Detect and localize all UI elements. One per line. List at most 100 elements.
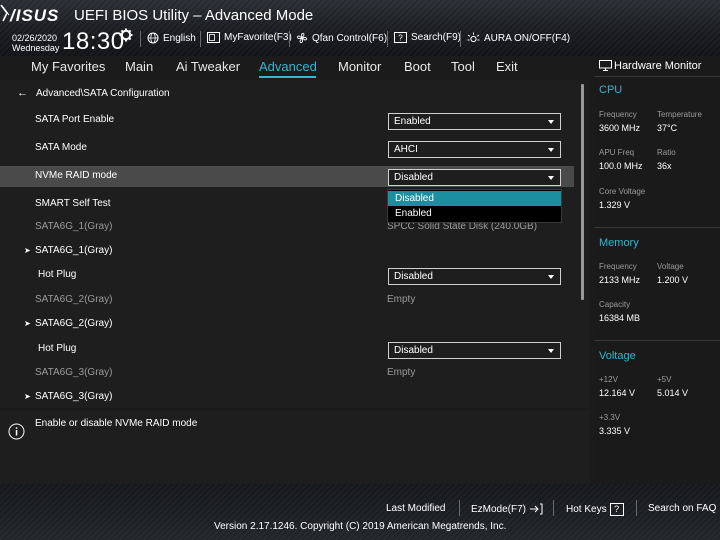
core-voltage-value: 1.329 V: [599, 200, 631, 210]
search-button[interactable]: ? Search(F9): [394, 32, 461, 43]
hot-keys-label: Hot Keys: [566, 504, 607, 515]
aura-label: AURA ON/OFF(F4): [484, 32, 571, 44]
breadcrumb-path: Advanced\SATA Configuration: [36, 87, 170, 99]
qfan-label: Qfan Control(F6): [312, 32, 388, 44]
hardware-monitor-title: Hardware Monitor: [614, 60, 702, 72]
nvme-raid-dropdown-list: Disabled Enabled: [387, 189, 562, 223]
toolbar-divider: [387, 31, 388, 47]
ezmode-label: EzMode(F7): [471, 503, 527, 515]
toolbar-divider: [200, 31, 201, 47]
cpu-frequency-value: 3600 MHz: [599, 123, 641, 133]
memory-voltage-value: 1.200 V: [657, 275, 689, 285]
voltage-section-title: Voltage: [599, 350, 636, 362]
menu-advanced[interactable]: Advanced: [259, 59, 317, 74]
sata6g-2-submenu[interactable]: SATA6G_2(Gray): [35, 318, 112, 329]
dropdown-option-disabled[interactable]: Disabled: [388, 191, 561, 206]
sata6g-3-submenu[interactable]: SATA6G_3(Gray): [35, 391, 112, 402]
aura-toggle-button[interactable]: AURA ON/OFF(F4): [467, 32, 570, 44]
hot-plug-1-value: Disabled: [394, 271, 433, 282]
smart-self-test-label[interactable]: SMART Self Test: [35, 198, 111, 209]
monitor-icon: [599, 60, 612, 71]
date-text: 02/26/2020: [12, 33, 58, 43]
dropdown-option-enabled[interactable]: Enabled: [388, 206, 561, 221]
menu-ai-tweaker[interactable]: Ai Tweaker: [176, 59, 240, 74]
v5-value: 5.014 V: [657, 388, 689, 398]
memory-section-title: Memory: [599, 237, 639, 249]
expand-arrow-icon: ➤: [24, 392, 31, 401]
nvme-raid-mode-select[interactable]: Disabled: [388, 169, 561, 186]
sata-port-enable-value: Enabled: [394, 116, 431, 127]
app-title: UEFI BIOS Utility – Advanced Mode: [74, 7, 314, 24]
memory-voltage-label: Voltage: [657, 262, 684, 271]
hot-plug-2-select[interactable]: Disabled: [388, 342, 561, 359]
footer-divider: [636, 500, 637, 516]
info-icon: [8, 423, 25, 440]
menu-my-favorites[interactable]: My Favorites: [31, 59, 105, 74]
expand-arrow-icon: ➤: [24, 319, 31, 328]
hot-plug-1-select[interactable]: Disabled: [388, 268, 561, 285]
sata-mode-select[interactable]: AHCI: [388, 141, 561, 158]
memory-frequency-value: 2133 MHz: [599, 275, 641, 285]
hwm-divider: [594, 76, 720, 77]
menu-tool[interactable]: Tool: [451, 59, 475, 74]
active-menu-underline: [259, 76, 316, 78]
language-label: English: [163, 32, 196, 44]
nvme-raid-mode-label: NVMe RAID mode: [35, 170, 118, 181]
apu-freq-label: APU Freq: [599, 148, 635, 157]
search-faq-button[interactable]: Search on FAQ: [648, 503, 716, 514]
weekday-text: Wednesday: [12, 43, 60, 53]
ezmode-button[interactable]: EzMode(F7): [471, 503, 543, 515]
v33-value: 3.335 V: [599, 426, 631, 436]
gear-icon[interactable]: [119, 28, 133, 42]
toolbar-divider: [140, 31, 141, 47]
sata-port-enable-select[interactable]: Enabled: [388, 113, 561, 130]
sata-port-enable-label: SATA Port Enable: [35, 114, 115, 125]
chevron-down-icon: [548, 275, 554, 279]
hot-keys-button[interactable]: Hot Keys ?: [566, 503, 624, 516]
cpu-section-title: CPU: [599, 84, 623, 96]
chevron-down-icon: [548, 176, 554, 180]
toolbar-divider: [289, 31, 290, 47]
chevron-down-icon: [548, 349, 554, 353]
apu-freq-value: 100.0 MHz: [599, 161, 643, 171]
sata-mode-value: AHCI: [394, 144, 418, 155]
nvme-raid-mode-value: Disabled: [394, 172, 433, 183]
asus-logo: /ISUS: [10, 6, 60, 25]
cpu-temperature-value: 37°C: [657, 123, 678, 133]
ratio-label: Ratio: [657, 148, 676, 157]
sata6g-1-info-label: SATA6G_1(Gray): [35, 221, 113, 232]
search-icon: ?: [394, 32, 407, 43]
last-modified-button[interactable]: Last Modified: [386, 503, 445, 514]
expand-arrow-icon: ➤: [24, 246, 31, 255]
sata6g-2-info-label: SATA6G_2(Gray): [35, 294, 113, 305]
hot-plug-2-label: Hot Plug: [38, 343, 77, 354]
date-display: 02/26/2020 Wednesday: [12, 33, 59, 53]
footer-divider: [459, 500, 460, 516]
myfavorite-button[interactable]: MyFavorite(F3): [207, 32, 292, 43]
menu-main[interactable]: Main: [125, 59, 153, 74]
sata6g-2-device: Empty: [387, 294, 416, 305]
copyright-text: Version 2.17.1246. Copyright (C) 2019 Am…: [214, 521, 507, 532]
language-button[interactable]: English: [147, 32, 196, 44]
qfan-control-button[interactable]: Qfan Control(F6): [296, 32, 387, 44]
cpu-frequency-label: Frequency: [599, 110, 637, 119]
favorite-icon: [207, 32, 220, 43]
sata6g-1-submenu[interactable]: SATA6G_1(Gray): [35, 245, 112, 256]
breadcrumb[interactable]: ← Advanced\SATA Configuration: [17, 87, 170, 99]
fan-icon: [296, 32, 308, 44]
back-arrow-icon[interactable]: ←: [17, 87, 28, 99]
memory-frequency-label: Frequency: [599, 262, 637, 271]
sata6g-3-device: Empty: [387, 367, 416, 378]
memory-capacity-label: Capacity: [599, 300, 631, 309]
memory-capacity-value: 16384 MB: [599, 313, 641, 323]
menu-monitor[interactable]: Monitor: [338, 59, 381, 74]
menu-boot[interactable]: Boot: [404, 59, 431, 74]
help-text: Enable or disable NVMe RAID mode: [35, 418, 198, 429]
menu-exit[interactable]: Exit: [496, 59, 518, 74]
toolbar-divider: [460, 31, 461, 47]
exit-arrow-icon: [530, 503, 543, 515]
myfavorite-label: MyFavorite(F3): [224, 32, 292, 43]
hot-plug-1-label: Hot Plug: [38, 269, 77, 280]
settings-scrollbar[interactable]: [581, 84, 584, 300]
last-modified-label: Last Modified: [386, 503, 446, 514]
